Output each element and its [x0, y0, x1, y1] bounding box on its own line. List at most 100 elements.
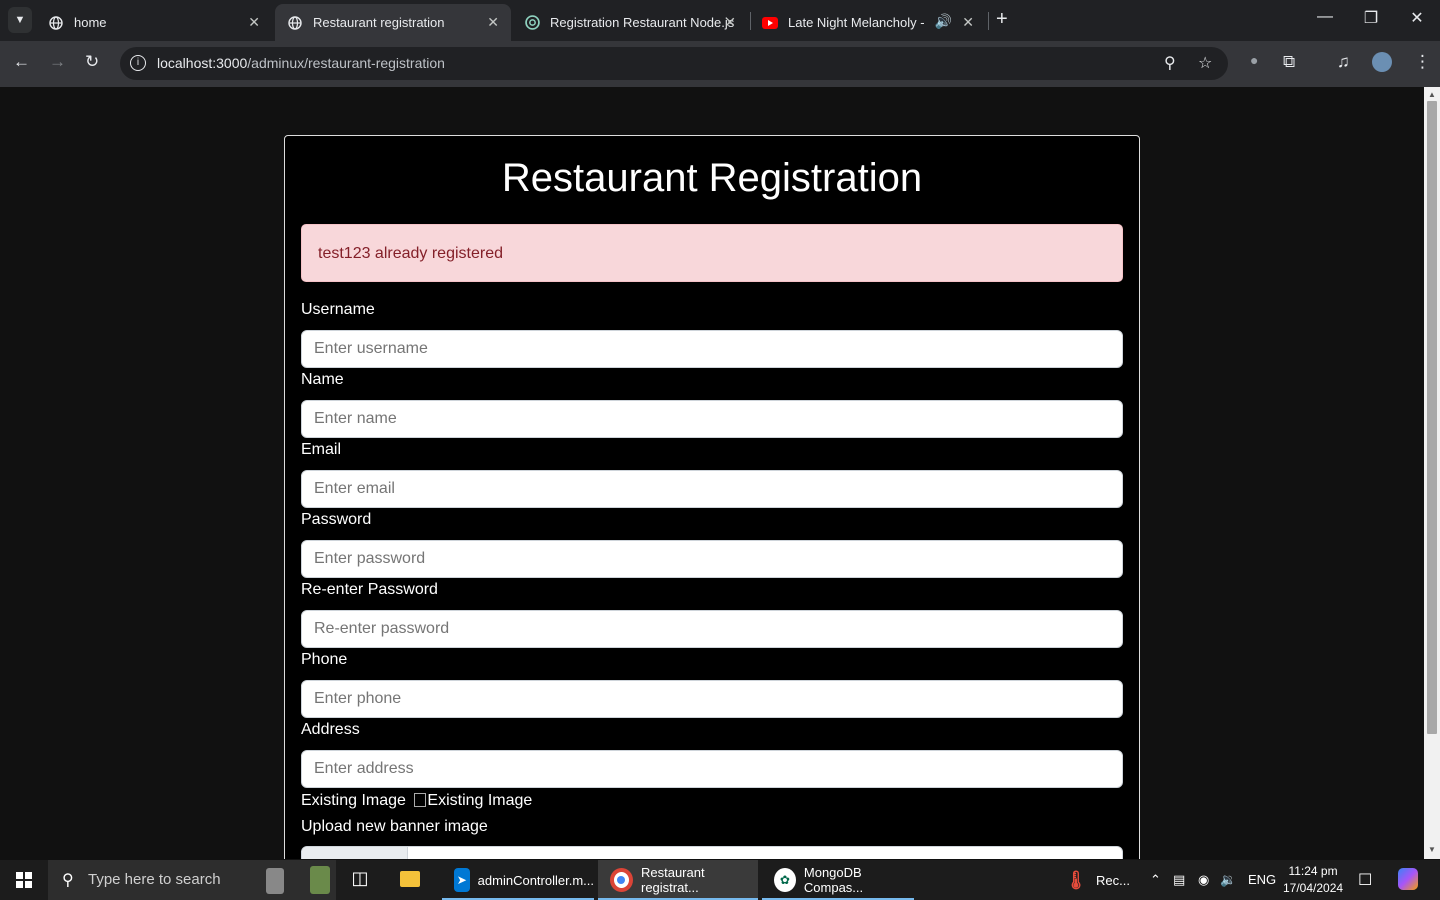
tray-chevron-up-icon[interactable]: ⌃ [1150, 872, 1161, 888]
chatgpt-icon [524, 15, 540, 31]
notifications-icon[interactable]: ☐ [1358, 870, 1372, 890]
new-tab-button[interactable]: + [996, 8, 1008, 31]
arrow-right-icon: → [49, 52, 66, 71]
profile-avatar[interactable] [1372, 52, 1392, 72]
copilot-icon[interactable] [1398, 868, 1418, 890]
chrome-icon [610, 868, 633, 892]
page-title: Restaurant Registration [501, 156, 923, 200]
reenter-password-label: Re-enter Password [301, 581, 438, 598]
vscode-icon: ➤ [454, 868, 470, 892]
close-icon[interactable]: ✕ [487, 14, 499, 31]
phone-label: Phone [301, 651, 348, 668]
close-icon: ✕ [1410, 10, 1424, 27]
existing-image-label: Existing Image [301, 792, 406, 809]
existing-image-broken: Existing Image [414, 792, 532, 810]
language-indicator[interactable]: ENG [1248, 872, 1276, 887]
page-scrollbar[interactable]: ▲ ▼ [1424, 87, 1440, 859]
browser-tab-strip: ▼ home ✕ Restaurant registration ✕ Regis… [0, 0, 1440, 41]
name-label: Name [301, 371, 344, 388]
existing-image-row: Existing Image Existing Image [301, 792, 532, 810]
username-label: Username [301, 301, 375, 318]
close-icon[interactable]: ✕ [962, 14, 974, 31]
scroll-up-icon[interactable]: ▲ [1428, 90, 1436, 99]
extensions-puzzle-icon[interactable]: ⧉ [1283, 52, 1295, 72]
bookmark-star-icon[interactable]: ☆ [1198, 53, 1212, 73]
taskbar-app-recorder[interactable]: 🌡 Rec... [1052, 860, 1136, 900]
page-viewport: Restaurant Registration test123 already … [0, 87, 1424, 859]
search-placeholder: Type here to search [88, 871, 221, 888]
error-alert: test123 already registered [301, 224, 1123, 282]
password-key-icon[interactable]: ⚲ [1164, 53, 1176, 73]
taskbar-clock[interactable]: 11:24 pm 17/04/2024 [1283, 863, 1343, 897]
tab-label: Late Night Melancholy - (EA [788, 15, 928, 30]
url-path: /adminux/restaurant-registration [247, 55, 445, 71]
speaker-icon[interactable]: 🔊 [935, 13, 952, 30]
tab-label: Registration Restaurant Node.js [550, 15, 735, 30]
network-icon[interactable]: ▤ [1173, 872, 1185, 888]
reload-button[interactable]: ↻ [85, 52, 99, 72]
tab-restaurant-registration[interactable]: Restaurant registration ✕ [275, 4, 511, 41]
banner-file-input[interactable] [301, 846, 1123, 859]
tab-search-button[interactable]: ▼ [8, 7, 32, 33]
reenter-password-input[interactable] [301, 610, 1123, 648]
media-control-icon[interactable]: ♫ [1337, 52, 1350, 72]
search-icon: ⚲ [62, 872, 74, 889]
site-info-icon[interactable]: i [130, 55, 146, 71]
back-button[interactable]: ← [13, 52, 30, 72]
menu-kebab-icon[interactable]: ⋮ [1414, 52, 1431, 72]
forward-button[interactable]: → [49, 52, 66, 72]
globe-icon [287, 15, 303, 31]
existing-image-alt: Existing Image [427, 792, 533, 809]
address-bar[interactable]: i localhost:3000/adminux/restaurant-regi… [120, 47, 1228, 80]
search-highlight-map-icon [310, 866, 330, 894]
registration-card: Restaurant Registration test123 already … [284, 135, 1140, 859]
volume-icon[interactable]: 🔉 [1220, 872, 1236, 888]
mongodb-icon: ✿ [774, 868, 796, 892]
address-input[interactable] [301, 750, 1123, 788]
taskbar-app-chrome[interactable]: Restaurant registrat... [598, 860, 758, 900]
taskbar-app-label: adminController.m... [477, 872, 594, 888]
close-icon[interactable]: ✕ [248, 14, 260, 31]
scrollbar-thumb[interactable] [1427, 101, 1437, 734]
tab-home[interactable]: home ✕ [36, 4, 272, 41]
thermometer-icon: 🌡 [1064, 869, 1088, 890]
minimize-icon: — [1317, 8, 1333, 25]
tab-label: home [74, 15, 107, 30]
taskbar-app-vscode[interactable]: ➤ adminController.m... [442, 860, 594, 900]
close-icon[interactable]: ✕ [724, 14, 736, 31]
tab-registration-nodejs[interactable]: Registration Restaurant Node.js ✕ [512, 4, 748, 41]
restore-button[interactable]: ❐ [1348, 8, 1394, 28]
extension-icon[interactable]: ● [1250, 52, 1258, 68]
taskbar-app-mongodb[interactable]: ✿ MongoDB Compas... [762, 860, 914, 900]
address-label: Address [301, 721, 360, 738]
upload-banner-label: Upload new banner image [301, 818, 488, 835]
arrow-left-icon: ← [13, 52, 30, 71]
task-view-icon[interactable]: ◫ [348, 868, 372, 892]
minimize-button[interactable]: — [1302, 8, 1348, 26]
start-button[interactable] [0, 860, 48, 900]
search-highlight-icon [266, 868, 284, 894]
file-explorer-icon[interactable] [398, 868, 422, 892]
url-text[interactable]: localhost:3000/adminux/restaurant-regist… [157, 55, 445, 71]
tab-label: Restaurant registration [313, 15, 445, 30]
broken-image-icon [414, 793, 427, 807]
scroll-down-icon[interactable]: ▼ [1428, 845, 1436, 854]
taskbar-app-label: MongoDB Compas... [803, 865, 864, 895]
email-input[interactable] [301, 470, 1123, 508]
taskbar-app-label: Restaurant registrat... [640, 865, 705, 895]
restore-icon: ❐ [1363, 10, 1379, 27]
phone-input[interactable] [301, 680, 1123, 718]
tab-youtube[interactable]: Late Night Melancholy - (EA 🔊 ✕ [750, 4, 986, 41]
choose-file-button[interactable] [302, 847, 408, 859]
taskbar-search[interactable]: ⚲ Type here to search [48, 860, 336, 900]
username-input[interactable] [301, 330, 1123, 368]
tab-divider [988, 12, 989, 30]
youtube-icon [762, 15, 778, 31]
name-input[interactable] [301, 400, 1123, 438]
browser-toolbar: ← → ↻ i localhost:3000/adminux/restauran… [0, 41, 1440, 87]
camera-icon[interactable]: ◉ [1198, 872, 1209, 888]
email-label: Email [301, 441, 342, 458]
reload-icon: ↻ [85, 52, 100, 71]
password-input[interactable] [301, 540, 1123, 578]
close-window-button[interactable]: ✕ [1394, 8, 1440, 28]
